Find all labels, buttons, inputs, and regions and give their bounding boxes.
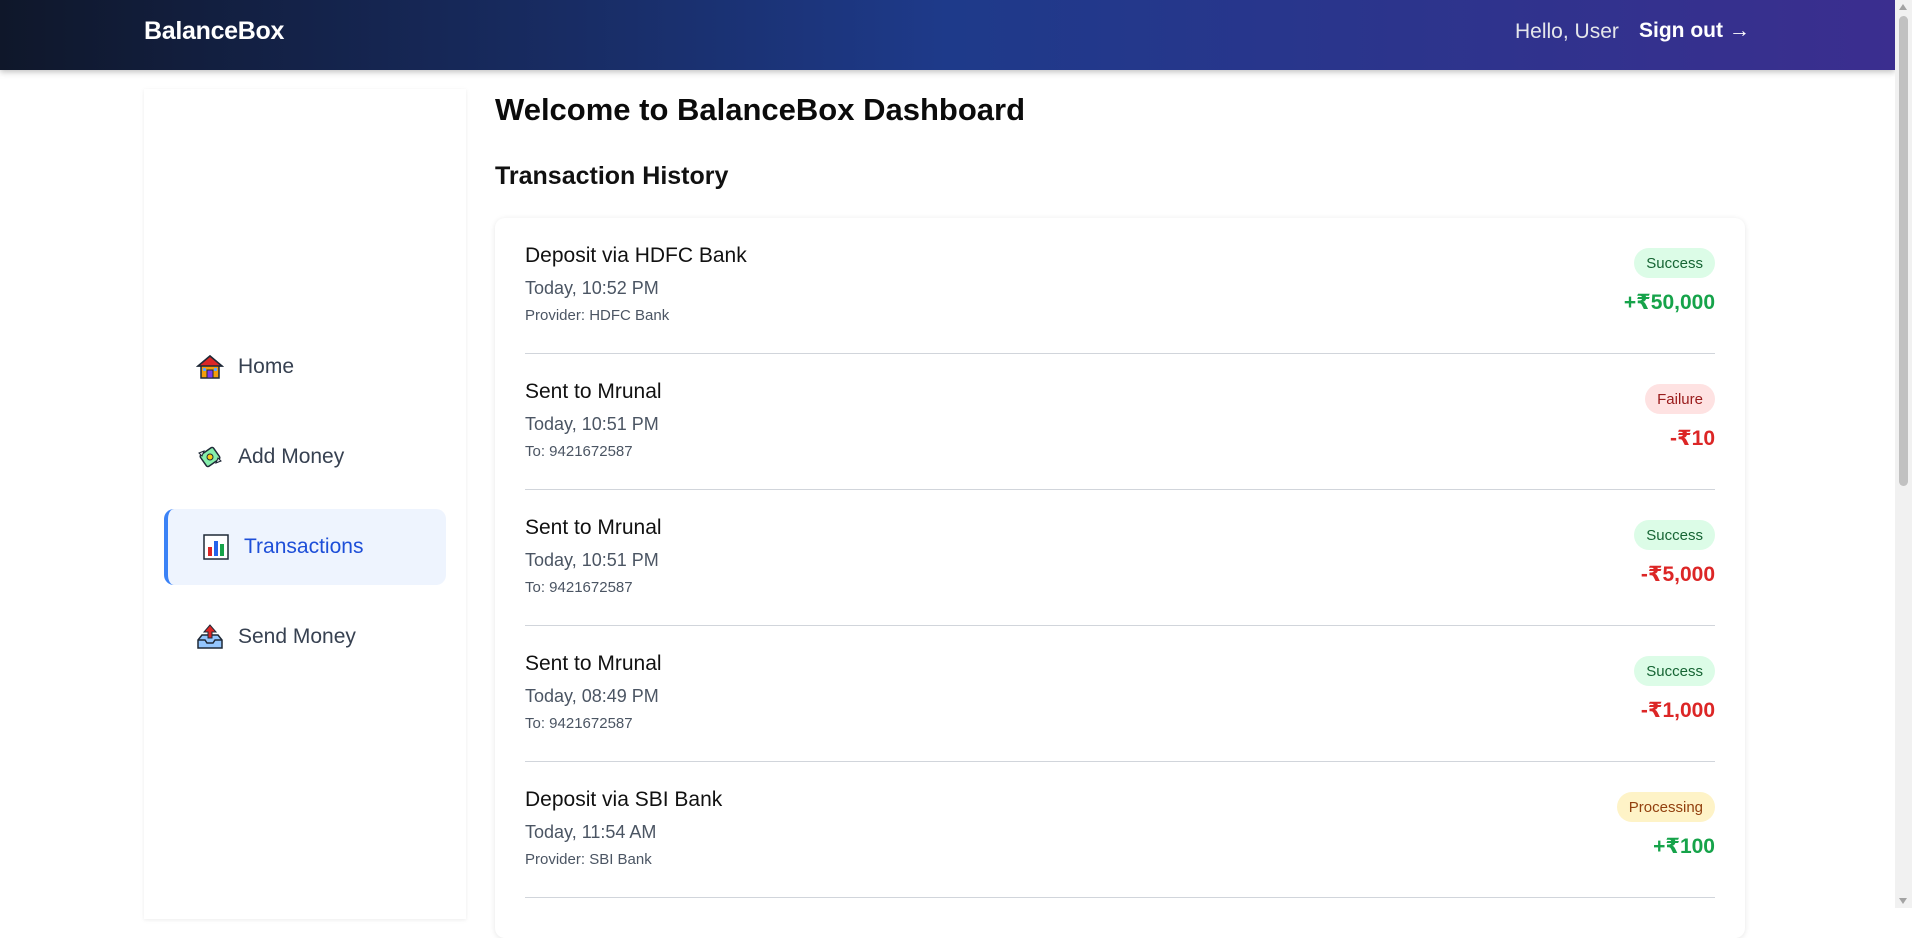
status-badge: Processing xyxy=(1616,792,1715,822)
transaction-title: Sent to Mrunal xyxy=(525,380,662,403)
sidebar-item-label: Add Money xyxy=(238,445,345,468)
bar-chart-icon xyxy=(202,533,230,561)
transaction-detail: Provider: SBI Bank xyxy=(525,851,652,868)
transaction-title: Sent to Mrunal xyxy=(525,652,662,675)
money-wings-icon xyxy=(196,443,224,471)
transaction-detail: Provider: HDFC Bank xyxy=(525,307,670,324)
sidebar-item-add-money[interactable]: Add Money xyxy=(164,419,446,495)
sidebar-item-label: Send Money xyxy=(238,625,356,648)
scroll-down-icon[interactable] xyxy=(1899,898,1907,904)
status-badge: Failure xyxy=(1645,384,1715,414)
sidebar-item-label: Transactions xyxy=(244,535,364,558)
scrollbar-thumb[interactable] xyxy=(1899,16,1908,486)
user-greeting: Hello, User xyxy=(1515,20,1619,43)
transaction-time: Today, 10:51 PM xyxy=(525,550,659,570)
page-title: Welcome to BalanceBox Dashboard xyxy=(495,92,1026,127)
transaction-history-card: Deposit via HDFC Bank Today, 10:52 PM Pr… xyxy=(495,218,1745,938)
sidebar: Home Add Money Transactions Send Money xyxy=(144,89,466,919)
page-scrollbar[interactable] xyxy=(1895,0,1912,908)
transaction-row[interactable]: Deposit via HDFC Bank Today, 10:52 PM Pr… xyxy=(525,218,1715,354)
section-title: Transaction History xyxy=(495,162,729,190)
sidebar-item-home[interactable]: Home xyxy=(164,329,446,405)
transaction-time: Today, 10:52 PM xyxy=(525,278,659,298)
transaction-detail: To: 9421672587 xyxy=(525,715,633,732)
transaction-title: Deposit via SBI Bank xyxy=(525,788,723,811)
transaction-time: Today, 11:54 AM xyxy=(525,822,657,842)
transaction-detail: To: 9421672587 xyxy=(525,579,633,596)
transaction-amount: -₹5,000 xyxy=(1640,563,1715,586)
transaction-time: Today, 08:49 PM xyxy=(525,686,659,706)
status-badge: Success xyxy=(1634,248,1715,278)
sign-out-button[interactable]: Sign out → xyxy=(1639,19,1750,43)
transaction-row[interactable]: Sent to Mrunal Today, 10:51 PM To: 94216… xyxy=(525,490,1715,626)
top-navbar: BalanceBox Hello, User Sign out → xyxy=(0,0,1895,70)
house-icon xyxy=(195,353,225,381)
transaction-amount: +₹50,000 xyxy=(1623,291,1715,314)
transaction-title: Sent to Mrunal xyxy=(525,516,662,539)
transaction-amount: -₹10 xyxy=(1670,427,1715,450)
transaction-amount: +₹100 xyxy=(1653,835,1715,858)
transaction-row[interactable]: Deposit via SBI Bank Today, 11:54 AM Pro… xyxy=(525,762,1715,898)
transaction-time: Today, 10:51 PM xyxy=(525,414,659,434)
status-badge: Success xyxy=(1634,656,1715,686)
outbox-tray-icon xyxy=(196,623,224,651)
transaction-amount: -₹1,000 xyxy=(1640,699,1715,722)
transaction-row[interactable]: Sent to Mrunal Today, 10:51 PM To: 94216… xyxy=(525,354,1715,490)
transaction-detail: To: 9421672587 xyxy=(525,443,633,460)
brand-logo-text[interactable]: BalanceBox xyxy=(144,17,284,46)
sidebar-item-transactions[interactable]: Transactions xyxy=(164,509,446,585)
sidebar-item-label: Home xyxy=(238,355,295,378)
status-badge: Success xyxy=(1634,520,1715,550)
transaction-title: Deposit via HDFC Bank xyxy=(525,244,747,267)
transaction-row[interactable]: Sent to Mrunal Today, 08:49 PM To: 94216… xyxy=(525,626,1715,762)
scroll-up-icon[interactable] xyxy=(1899,4,1907,10)
sidebar-item-send-money[interactable]: Send Money xyxy=(164,599,446,675)
